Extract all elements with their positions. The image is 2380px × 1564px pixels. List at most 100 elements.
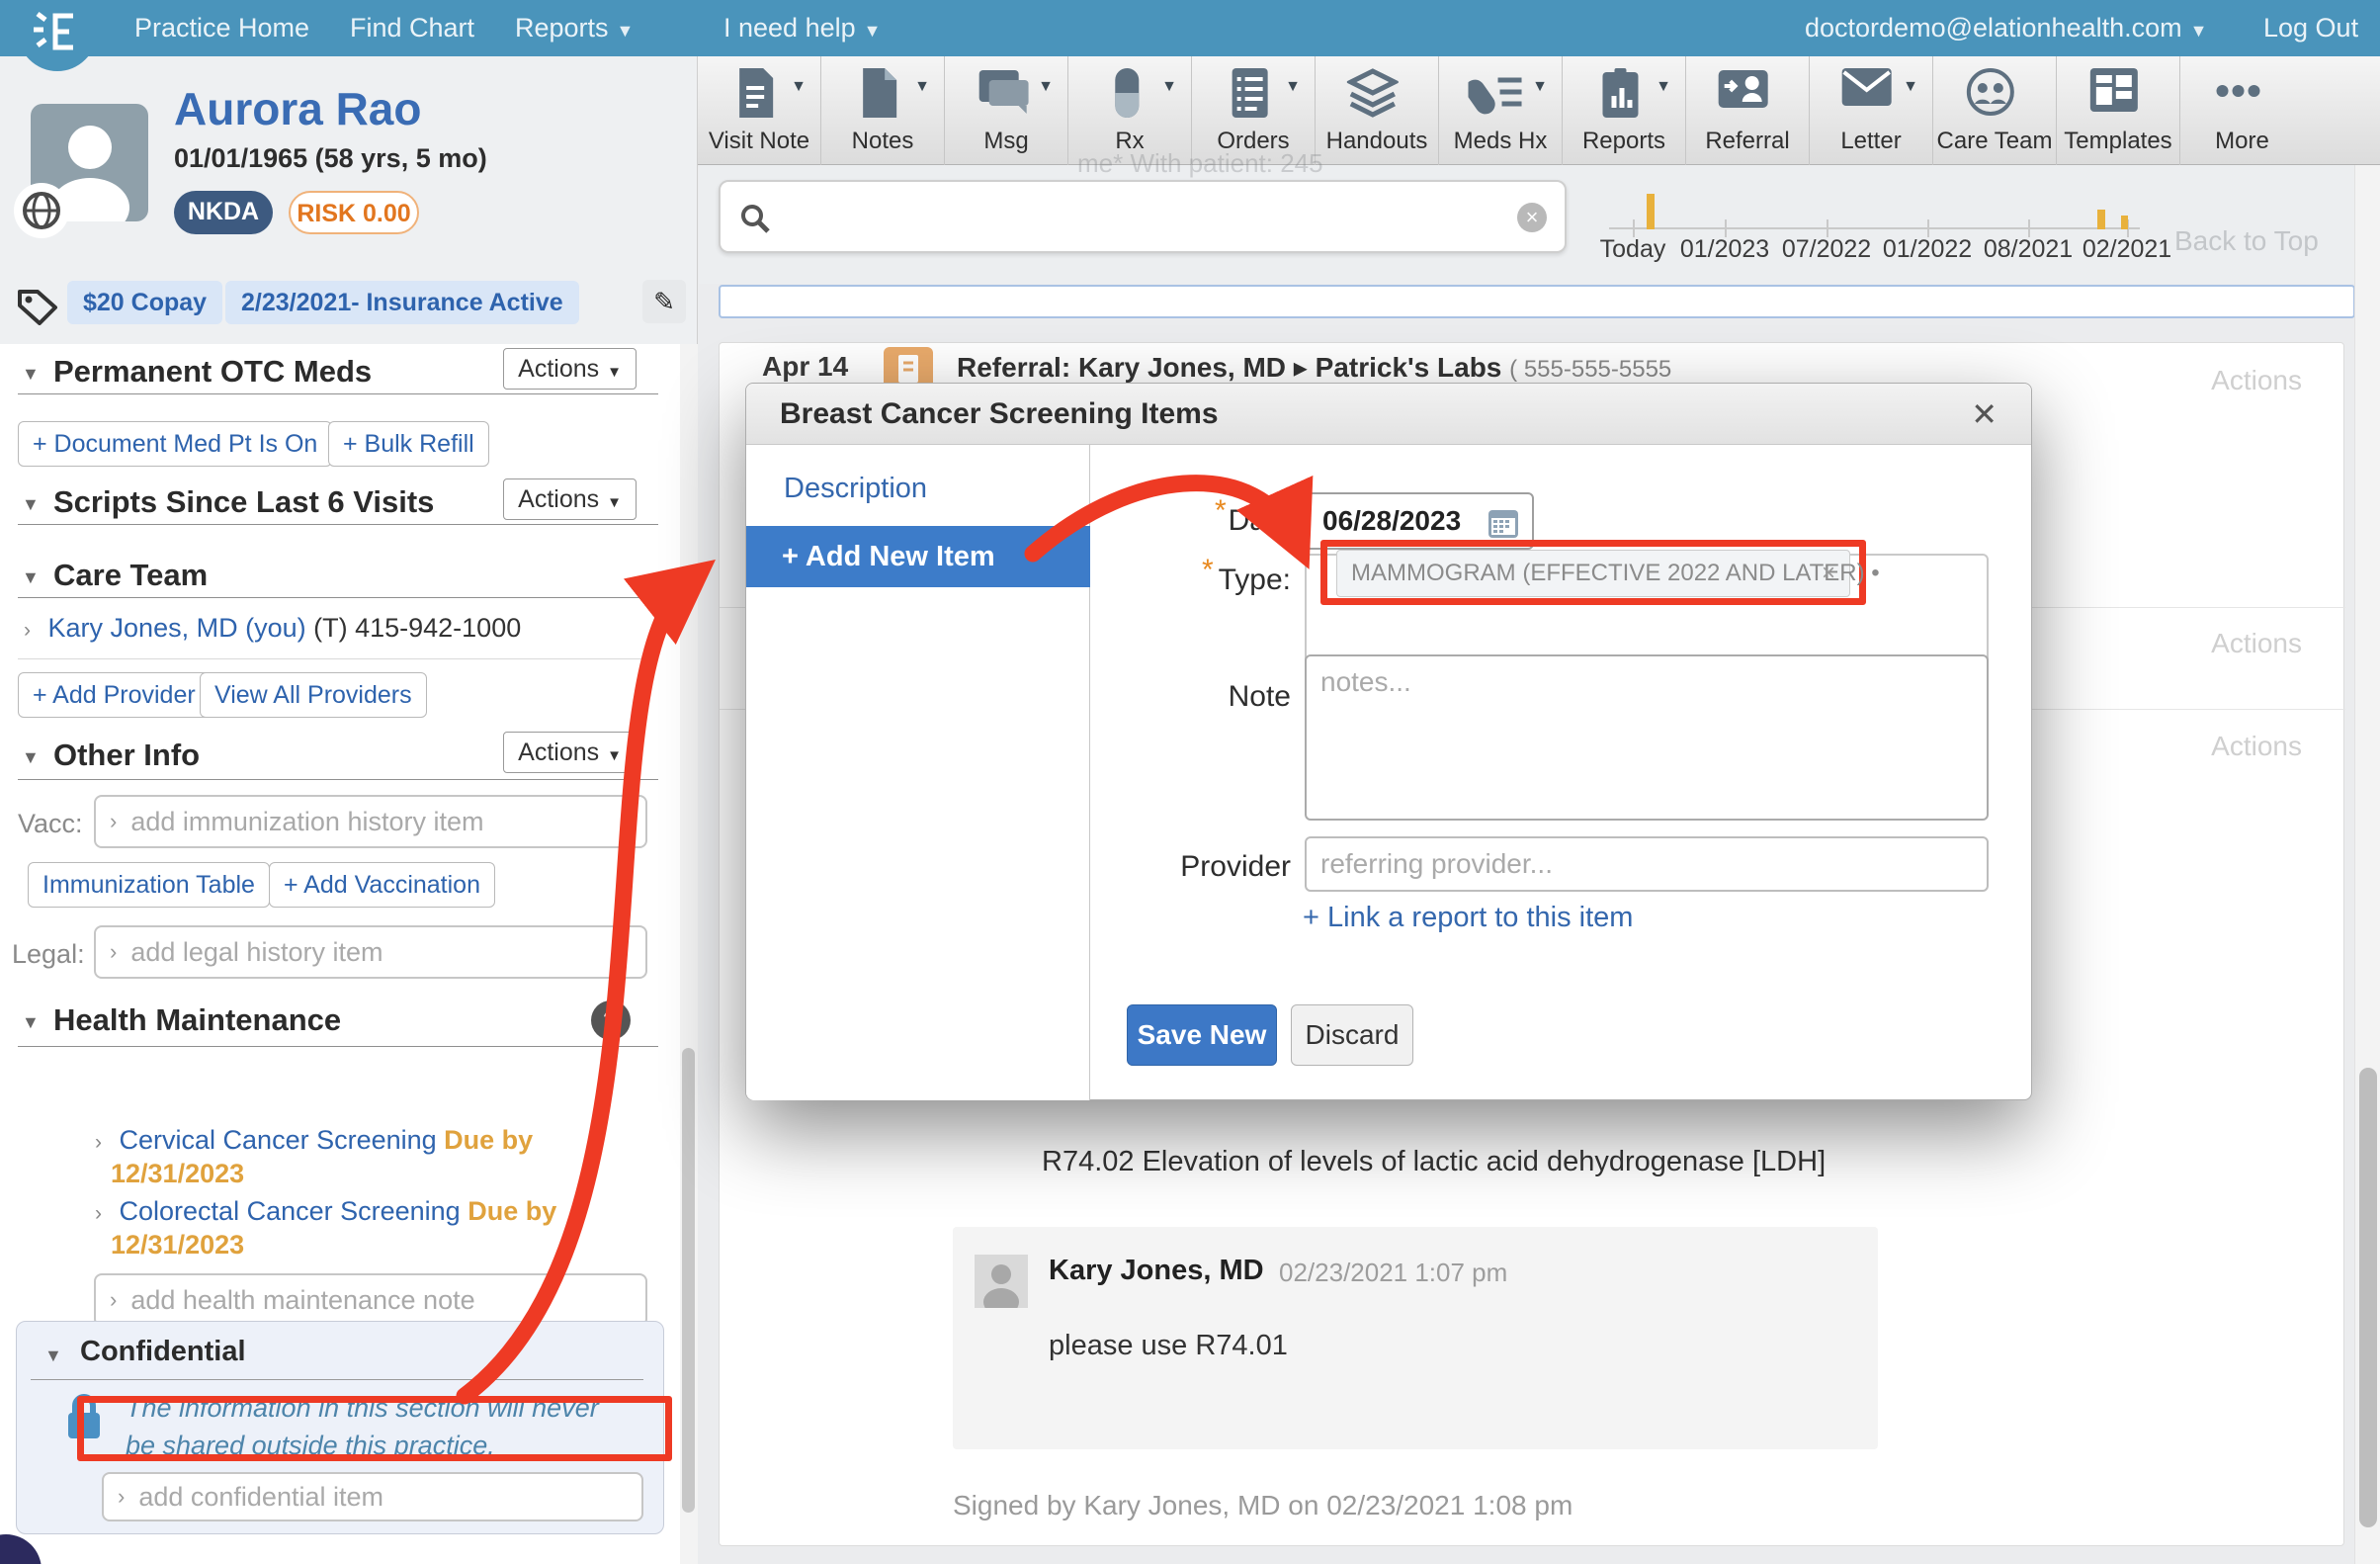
nav-help[interactable]: I need help▼ bbox=[723, 0, 881, 56]
care-team-icon bbox=[1965, 66, 2016, 118]
tag-insurance[interactable]: 2/23/2021- Insurance Active bbox=[225, 281, 579, 324]
main-scrollbar-thumb[interactable] bbox=[2359, 1068, 2377, 1527]
toolbar-handouts[interactable]: Handouts bbox=[1316, 56, 1439, 165]
timeline-event-marker[interactable] bbox=[2121, 216, 2128, 229]
confidential-item-input[interactable]: ›add confidential item bbox=[102, 1472, 643, 1521]
risk-badge[interactable]: RISK 0.00 bbox=[289, 191, 419, 234]
toolbar-visit-note[interactable]: ▼ Visit Note bbox=[698, 56, 821, 165]
other-info-actions-button[interactable]: Actions▼ bbox=[503, 732, 637, 773]
section-other-info: ▼ Other Info Actions▼ bbox=[18, 736, 658, 777]
toolbar-reports[interactable]: ▼ Reports bbox=[1563, 56, 1686, 165]
calendar-icon[interactable] bbox=[1487, 506, 1520, 540]
nav-practice-home[interactable]: Practice Home bbox=[134, 0, 309, 56]
document-med-button[interactable]: + Document Med Pt Is On bbox=[18, 421, 332, 467]
toolbar-referral[interactable]: Referral bbox=[1686, 56, 1810, 165]
main-scrollbar[interactable] bbox=[2354, 165, 2380, 1564]
tab-add-new-item[interactable]: + Add New Item bbox=[746, 526, 1090, 587]
actions-link[interactable]: Actions bbox=[2104, 731, 2302, 762]
toolbar-msg[interactable]: ▼ Msg bbox=[945, 56, 1068, 165]
remove-type-icon[interactable]: × bbox=[1822, 551, 1835, 596]
bulk-refill-button[interactable]: + Bulk Refill bbox=[328, 421, 489, 467]
chevron-right-icon[interactable]: › bbox=[95, 1131, 102, 1154]
discard-button[interactable]: Discard bbox=[1291, 1004, 1413, 1066]
globe-icon[interactable] bbox=[14, 183, 69, 238]
chevron-down-icon: ▼ bbox=[1161, 78, 1177, 96]
patient-header: Aurora Rao 01/01/1965 (58 yrs, 5 mo) NKD… bbox=[0, 56, 698, 344]
allergy-badge[interactable]: NKDA bbox=[174, 191, 273, 234]
care-team-member-link[interactable]: Kary Jones, MD (you) bbox=[48, 613, 306, 643]
tag-copay[interactable]: $20 Copay bbox=[67, 281, 222, 324]
back-to-top-link[interactable]: Back to Top bbox=[2174, 225, 2319, 257]
chevron-down-icon: ▼ bbox=[617, 21, 635, 41]
timeline-012022[interactable]: 01/2022 bbox=[1883, 235, 1972, 264]
collapse-caret-icon[interactable]: ▼ bbox=[22, 567, 40, 588]
actions-link[interactable]: Actions bbox=[2104, 628, 2302, 659]
provider-input[interactable]: referring provider... bbox=[1305, 836, 1989, 892]
timeline-072022[interactable]: 07/2022 bbox=[1782, 235, 1871, 264]
comment-box: Kary Jones, MD 02/23/2021 1:07 pm please… bbox=[953, 1227, 1878, 1449]
sidebar-scrollbar-thumb[interactable] bbox=[682, 1048, 695, 1513]
add-provider-button[interactable]: + Add Provider bbox=[18, 672, 211, 718]
toolbar-letter[interactable]: ▼ Letter bbox=[1810, 56, 1933, 165]
chevron-right-icon[interactable]: › bbox=[95, 1202, 102, 1225]
edit-tags-button[interactable]: ✎ bbox=[642, 280, 686, 323]
immunization-history-input[interactable]: ›add immunization history item bbox=[94, 795, 647, 848]
tab-description[interactable]: Description bbox=[784, 473, 927, 505]
chevron-down-icon: ▼ bbox=[1656, 78, 1671, 96]
nav-reports[interactable]: Reports▼ bbox=[515, 0, 634, 56]
hm-item-colorectal: › Colorectal Cancer Screening Due by bbox=[95, 1196, 556, 1227]
note-card-top-edge bbox=[719, 285, 2355, 318]
nav-logout[interactable]: Log Out bbox=[2263, 0, 2358, 56]
type-selected-chip[interactable]: MAMMOGRAM (EFFECTIVE 2022 AND LATER) • × bbox=[1336, 550, 1850, 597]
save-new-button[interactable]: Save New bbox=[1127, 1004, 1277, 1066]
close-icon[interactable]: ✕ bbox=[1971, 395, 1998, 433]
comment-author[interactable]: Kary Jones, MD bbox=[1049, 1255, 1264, 1287]
date-input[interactable]: 06/28/2023 bbox=[1305, 492, 1534, 550]
legal-history-input[interactable]: ›add legal history item bbox=[94, 925, 647, 979]
timeline-022021[interactable]: 02/2021 bbox=[2082, 235, 2171, 264]
toolbar-templates[interactable]: Templates bbox=[2057, 56, 2180, 165]
referral-title[interactable]: Referral: Kary Jones, MD ▸ Patrick's Lab… bbox=[957, 351, 1671, 384]
hm-colorectal-link[interactable]: Colorectal Cancer Screening bbox=[120, 1196, 461, 1226]
immunization-table-button[interactable]: Immunization Table bbox=[28, 862, 270, 908]
clear-search-icon[interactable]: × bbox=[1517, 203, 1547, 232]
collapse-caret-icon[interactable]: ▼ bbox=[22, 747, 40, 768]
add-vaccination-button[interactable]: + Add Vaccination bbox=[269, 862, 495, 908]
sidebar-scrollbar[interactable] bbox=[680, 344, 698, 1564]
nav-find-chart[interactable]: Find Chart bbox=[350, 0, 474, 56]
chevron-down-icon: ▼ bbox=[2190, 21, 2208, 41]
orders-icon bbox=[1230, 66, 1271, 120]
collapse-caret-icon[interactable]: ▼ bbox=[44, 1346, 62, 1366]
chevron-right-icon: › bbox=[118, 1484, 125, 1510]
collapse-caret-icon[interactable]: ▼ bbox=[22, 494, 40, 515]
chart-timeline-axis bbox=[1609, 227, 2140, 229]
comment-text: please use R74.01 bbox=[1049, 1330, 1288, 1362]
chart-search-box[interactable]: × bbox=[719, 180, 1567, 253]
note-textarea[interactable]: notes... bbox=[1305, 654, 1989, 821]
help-icon[interactable]: ? bbox=[591, 1000, 631, 1040]
timeline-event-marker[interactable] bbox=[1647, 194, 1655, 229]
toolbar-more[interactable]: More bbox=[2180, 56, 2304, 165]
hm-cervical-link[interactable]: Cervical Cancer Screening bbox=[120, 1125, 437, 1155]
link-report-link[interactable]: + Link a report to this item bbox=[1303, 902, 1633, 934]
search-icon bbox=[738, 202, 772, 235]
otc-actions-button[interactable]: Actions▼ bbox=[503, 348, 637, 390]
toolbar-notes[interactable]: ▼ Notes bbox=[821, 56, 945, 165]
view-all-providers-button[interactable]: View All Providers bbox=[200, 672, 427, 718]
scripts-actions-button[interactable]: Actions▼ bbox=[503, 478, 637, 520]
actions-link[interactable]: Actions bbox=[2104, 365, 2302, 396]
chevron-right-icon[interactable]: › bbox=[24, 619, 31, 642]
health-maintenance-note-input[interactable]: ›add health maintenance note bbox=[94, 1273, 647, 1327]
collapse-caret-icon[interactable]: ▼ bbox=[22, 1012, 40, 1033]
timeline-082021[interactable]: 08/2021 bbox=[1984, 235, 2073, 264]
patient-name[interactable]: Aurora Rao bbox=[174, 82, 421, 135]
chevron-down-icon: ▼ bbox=[1903, 78, 1918, 96]
timeline-event-marker[interactable] bbox=[2097, 210, 2105, 229]
comment-avatar bbox=[975, 1255, 1028, 1308]
timeline-012023[interactable]: 01/2023 bbox=[1680, 235, 1769, 264]
timeline-today[interactable]: Today bbox=[1600, 235, 1666, 264]
nav-account[interactable]: doctordemo@elationhealth.com▼ bbox=[1805, 0, 2207, 56]
collapse-caret-icon[interactable]: ▼ bbox=[22, 364, 40, 385]
toolbar-meds-hx[interactable]: ▼ Meds Hx bbox=[1439, 56, 1563, 165]
toolbar-care-team[interactable]: Care Team bbox=[1933, 56, 2057, 165]
